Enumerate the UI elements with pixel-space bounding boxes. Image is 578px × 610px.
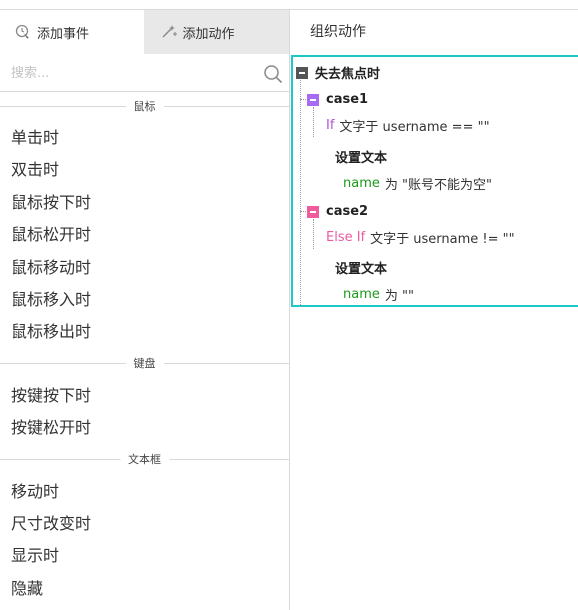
condition-text: 文字于 username != "" [370,232,515,247]
case-name: case1 [326,92,369,107]
search-bar [0,54,289,92]
event-item-mouse-leave[interactable]: 鼠标移出时 [0,316,289,348]
collapse-icon[interactable] [296,66,308,79]
action-detail-1[interactable]: name 为 "账号不能为空" [343,174,492,193]
search-icon[interactable] [263,64,283,84]
event-item-key-up[interactable]: 按键松开时 [0,412,289,444]
event-item-hide[interactable]: 隐藏 [0,573,289,605]
action-text: 为 "" [384,289,414,304]
event-item-mouse-up[interactable]: 鼠标松开时 [0,219,289,251]
section-keyboard-header: 键盘 [0,349,289,380]
action-title: 设置文本 [335,151,388,166]
event-item-mouse-enter[interactable]: 鼠标移入时 [0,284,289,316]
section-textbox-header: 文本框 [0,445,289,476]
case-condition-1[interactable]: If 文字于 username == "" [326,116,490,135]
condition-text: 文字于 username == "" [339,120,490,135]
mouse-event-list: 单击时 双击时 鼠标按下时 鼠标松开时 鼠标移动时 鼠标移入时 鼠标移出时 [0,122,289,349]
case-condition-2[interactable]: Else If 文字于 username != "" [326,228,515,247]
action-target: name [343,287,380,302]
section-mouse-header: 鼠标 [0,92,289,122]
event-item-mouse-down[interactable]: 鼠标按下时 [0,187,289,219]
event-item-mouse-move[interactable]: 鼠标移动时 [0,252,289,284]
event-item-double-click[interactable]: 双击时 [0,154,289,186]
section-mouse-title: 鼠标 [125,98,164,114]
organize-actions-panel: 组织动作 失去焦点时 case1 If 文字于 username == "" 设… [291,10,578,610]
search-input[interactable] [0,54,255,92]
event-node-label: 失去焦点时 [315,67,381,82]
panel-tabs: 添加事件 添加动作 [0,10,289,54]
event-item-move[interactable]: 移动时 [0,476,289,508]
add-action-icon [160,23,178,41]
action-title-2[interactable]: 设置文本 [335,258,387,277]
tab-add-event[interactable]: 添加事件 [0,10,144,54]
case-node-1[interactable]: case1 [307,92,368,107]
section-textbox-title: 文本框 [120,450,169,467]
panel-title: 组织动作 [310,24,366,40]
section-keyboard-title: 键盘 [125,354,164,371]
case-name: case2 [326,204,369,219]
add-event-icon [14,23,32,41]
event-item-click[interactable]: 单击时 [0,122,289,154]
tab-add-action-label: 添加动作 [182,26,235,42]
textbox-event-list: 移动时 尺寸改变时 显示时 隐藏 [0,476,289,606]
collapse-icon[interactable] [307,93,319,106]
action-text: 为 "账号不能为空" [384,178,492,193]
tab-add-action[interactable]: 添加动作 [143,10,289,54]
tab-add-event-label: 添加事件 [37,26,90,42]
case-node-2[interactable]: case2 [307,204,368,219]
action-title-1[interactable]: 设置文本 [335,147,387,166]
event-item-show[interactable]: 显示时 [0,540,289,572]
action-detail-2[interactable]: name 为 "" [343,285,414,304]
event-node[interactable]: 失去焦点时 [296,63,380,82]
tree-connector [313,219,314,249]
tree-connector [300,75,301,307]
event-panel: 添加事件 添加动作 鼠标 单击时 双击时 鼠标按下时 鼠标松开时 [0,10,290,610]
condition-keyword: If [326,118,335,133]
collapse-icon[interactable] [307,205,319,218]
action-title: 设置文本 [335,262,388,277]
tree-connector [313,107,314,137]
event-item-key-down[interactable]: 按键按下时 [0,380,289,412]
keyboard-event-list: 按键按下时 按键松开时 [0,380,289,445]
action-target: name [343,176,380,191]
action-tree: 失去焦点时 case1 If 文字于 username == "" 设置文本 n… [291,55,578,307]
condition-keyword: Else If [326,230,366,245]
event-item-resize[interactable]: 尺寸改变时 [0,508,289,540]
